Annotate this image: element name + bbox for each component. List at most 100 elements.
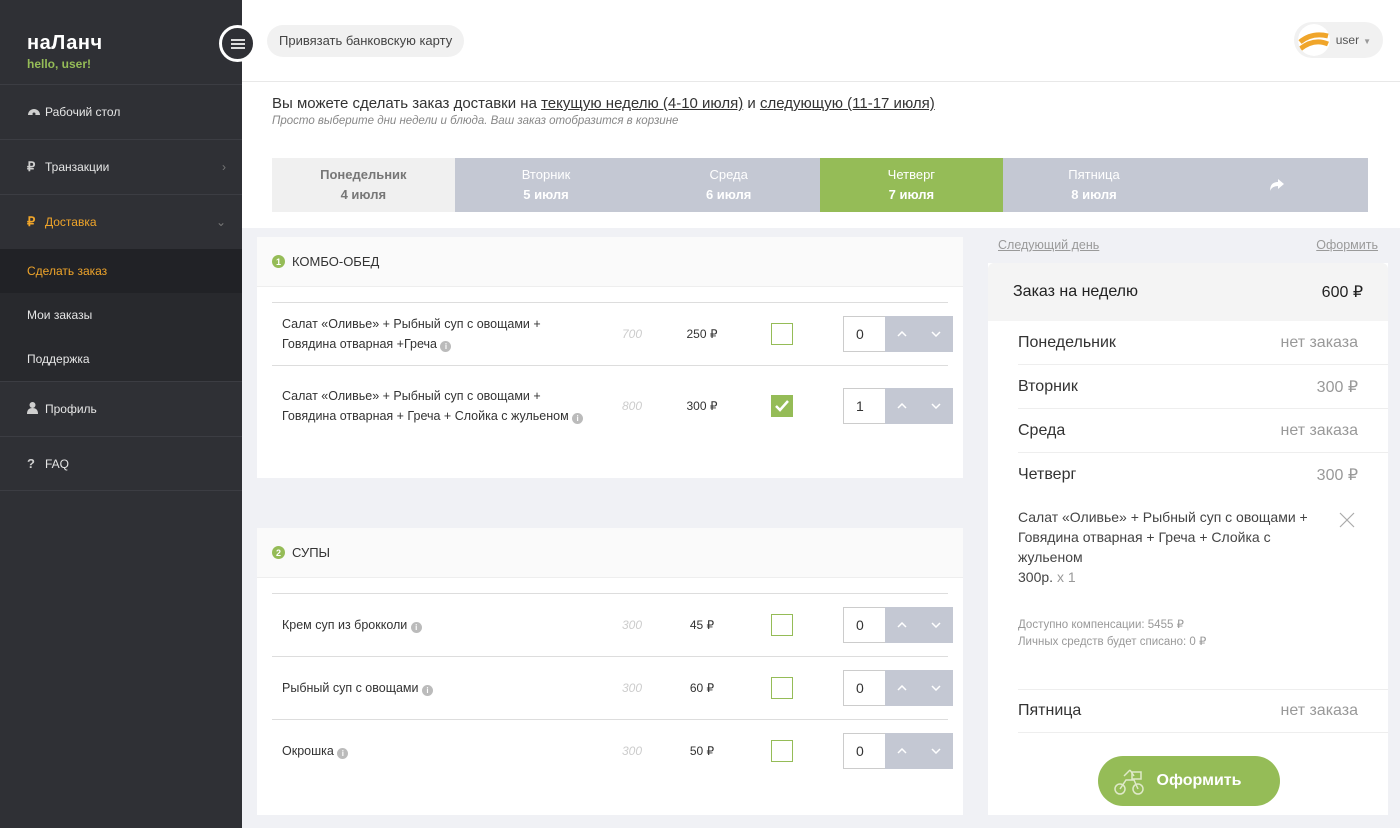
submenu-item-support[interactable]: Поддержка	[0, 337, 242, 381]
info-icon[interactable]: i	[422, 685, 433, 696]
section-title: СУПЫ	[292, 545, 331, 560]
dish-name-text: Салат «Оливье» + Рыбный суп с овощами + …	[282, 317, 541, 351]
select-checkbox[interactable]	[771, 614, 793, 636]
decrement-button[interactable]	[919, 316, 953, 352]
quantity-input[interactable]: 0	[843, 607, 885, 643]
delivery-scooter-icon	[1114, 769, 1144, 795]
quantity-input[interactable]: 1	[843, 387, 885, 424]
dish-name-text: Салат «Оливье» + Рыбный суп с овощами + …	[282, 388, 569, 423]
intro-and: и	[747, 95, 756, 112]
intro-hint: Просто выберите дни недели и блюда. Ваш …	[272, 115, 679, 127]
day-name: Понедельник	[320, 167, 407, 182]
decrement-button[interactable]	[919, 733, 953, 769]
chevron-down-icon	[931, 685, 941, 691]
select-checkbox[interactable]	[771, 394, 793, 417]
quantity-input[interactable]: 0	[843, 733, 885, 769]
sidebar-item-profile[interactable]: Профиль	[0, 381, 242, 436]
cart-day-sum: 300 ₽	[1316, 378, 1358, 396]
menu-row: Крем суп из брокколи i 300 45 ₽ 0	[272, 593, 953, 656]
price: 250 ₽	[686, 327, 718, 341]
day-date: 7 июля	[888, 187, 935, 202]
next-week-link[interactable]: следующую (11-17 июля)	[760, 95, 935, 112]
dish-name-text: Окрошка	[282, 744, 334, 758]
username: user	[1335, 33, 1360, 47]
cart-day-sum: нет заказа	[1280, 421, 1358, 439]
next-day-link[interactable]: Следующий день	[998, 238, 1099, 252]
decrement-button[interactable]	[919, 387, 953, 424]
tab-wednesday[interactable]: Среда 6 июля	[637, 158, 821, 212]
dish-name-text: Крем суп из брокколи	[282, 618, 408, 632]
sidebar-item-faq[interactable]: ? FAQ	[0, 436, 242, 491]
select-checkbox[interactable]	[771, 740, 793, 762]
cart-item-name: Салат «Оливье» + Рыбный суп с овощами + …	[1018, 509, 1308, 565]
old-price: 300	[622, 618, 643, 632]
decrement-button[interactable]	[919, 607, 953, 643]
tab-tuesday[interactable]: Вторник 5 июля	[454, 158, 638, 212]
chevron-up-icon	[897, 622, 907, 628]
sidebar-item-transactions[interactable]: ₽ Транзакции ›	[0, 139, 242, 194]
chevron-down-icon: ⌄	[215, 215, 226, 229]
cart-day-name: Пятница	[1018, 702, 1082, 719]
section-number: 2	[272, 546, 285, 559]
tab-friday[interactable]: Пятница 8 июля	[1002, 158, 1186, 212]
sidebar-item-dashboard[interactable]: Рабочий стол	[0, 84, 242, 139]
chevron-down-icon	[931, 402, 941, 409]
current-week-link[interactable]: текущую неделю (4-10 июля)	[541, 95, 743, 112]
cart-item: Салат «Оливье» + Рыбный суп с овощами + …	[1018, 497, 1388, 587]
caret-down-icon: ▼	[1363, 37, 1371, 46]
day-date: 6 июля	[705, 187, 752, 202]
submenu-item-make-order[interactable]: Сделать заказ	[0, 249, 242, 293]
increment-button[interactable]	[885, 607, 919, 643]
decrement-button[interactable]	[919, 670, 953, 706]
quantity-input[interactable]: 0	[843, 316, 885, 352]
checkout-link[interactable]: Оформить	[1316, 238, 1378, 252]
cart-day-sum: 300 ₽	[1316, 467, 1358, 484]
share-arrow-icon	[1269, 179, 1284, 191]
cart-total: 600 ₽	[1321, 284, 1363, 301]
sidebar-item-label: Транзакции	[45, 160, 110, 174]
dish-name: Рыбный суп с овощами i	[272, 678, 592, 698]
brand-logo[interactable]: наЛанч	[27, 32, 242, 55]
check-icon	[775, 399, 789, 412]
chevron-up-icon	[897, 402, 907, 409]
remove-item-button[interactable]	[1338, 511, 1356, 529]
ruble-icon: ₽	[27, 159, 36, 174]
quantity-stepper: 0	[843, 670, 953, 706]
price: 300 ₽	[686, 398, 718, 413]
user-menu[interactable]: user ▼	[1293, 22, 1383, 58]
chevron-up-icon	[897, 748, 907, 754]
increment-button[interactable]	[885, 670, 919, 706]
info-icon[interactable]: i	[337, 748, 349, 759]
tab-monday[interactable]: Понедельник 4 июля	[272, 158, 455, 212]
top-bar: Привязать банковскую карту user ▼	[242, 0, 1400, 82]
select-checkbox[interactable]	[771, 323, 793, 345]
increment-button[interactable]	[885, 733, 919, 769]
submenu-item-my-orders[interactable]: Мои заказы	[0, 293, 242, 337]
soups-section: 2 СУПЫ Крем суп из брокколи i 300 45 ₽ 0…	[257, 528, 963, 815]
select-checkbox[interactable]	[771, 677, 793, 699]
increment-button[interactable]	[885, 387, 919, 424]
intro: Вы можете сделать заказ доставки на теку…	[272, 95, 1372, 127]
tab-thursday[interactable]: Четверг 7 июля	[820, 158, 1003, 212]
info-icon[interactable]: i	[572, 412, 584, 424]
day-name: Среда	[709, 167, 748, 182]
sidebar-item-delivery[interactable]: ₽ Доставка ⌄	[0, 194, 242, 249]
sidebar-item-label: Профиль	[45, 402, 97, 416]
quantity-stepper: 0	[843, 733, 953, 769]
cart-day-name: Вторник	[1018, 377, 1078, 395]
chevron-down-icon	[931, 748, 941, 754]
bind-card-button[interactable]: Привязать банковскую карту	[267, 25, 465, 57]
info-icon[interactable]: i	[440, 341, 452, 352]
sidebar: наЛанч hello, user! Рабочий стол ₽ Транз…	[0, 0, 242, 828]
day-date: 5 июля	[523, 187, 569, 202]
dashboard-icon	[27, 105, 45, 120]
menu-toggle-button[interactable]	[219, 25, 256, 62]
quantity-input[interactable]: 0	[843, 670, 885, 706]
increment-button[interactable]	[885, 316, 919, 352]
info-icon[interactable]: i	[410, 622, 422, 633]
intro-prefix: Вы можете сделать заказ доставки на	[272, 95, 537, 112]
next-week-button[interactable]	[1185, 158, 1369, 212]
menu-row: Салат «Оливье» + Рыбный суп с овощами + …	[272, 365, 953, 445]
order-button[interactable]: Оформить	[1098, 756, 1280, 806]
cart-day-name: Четверг	[1018, 466, 1077, 483]
